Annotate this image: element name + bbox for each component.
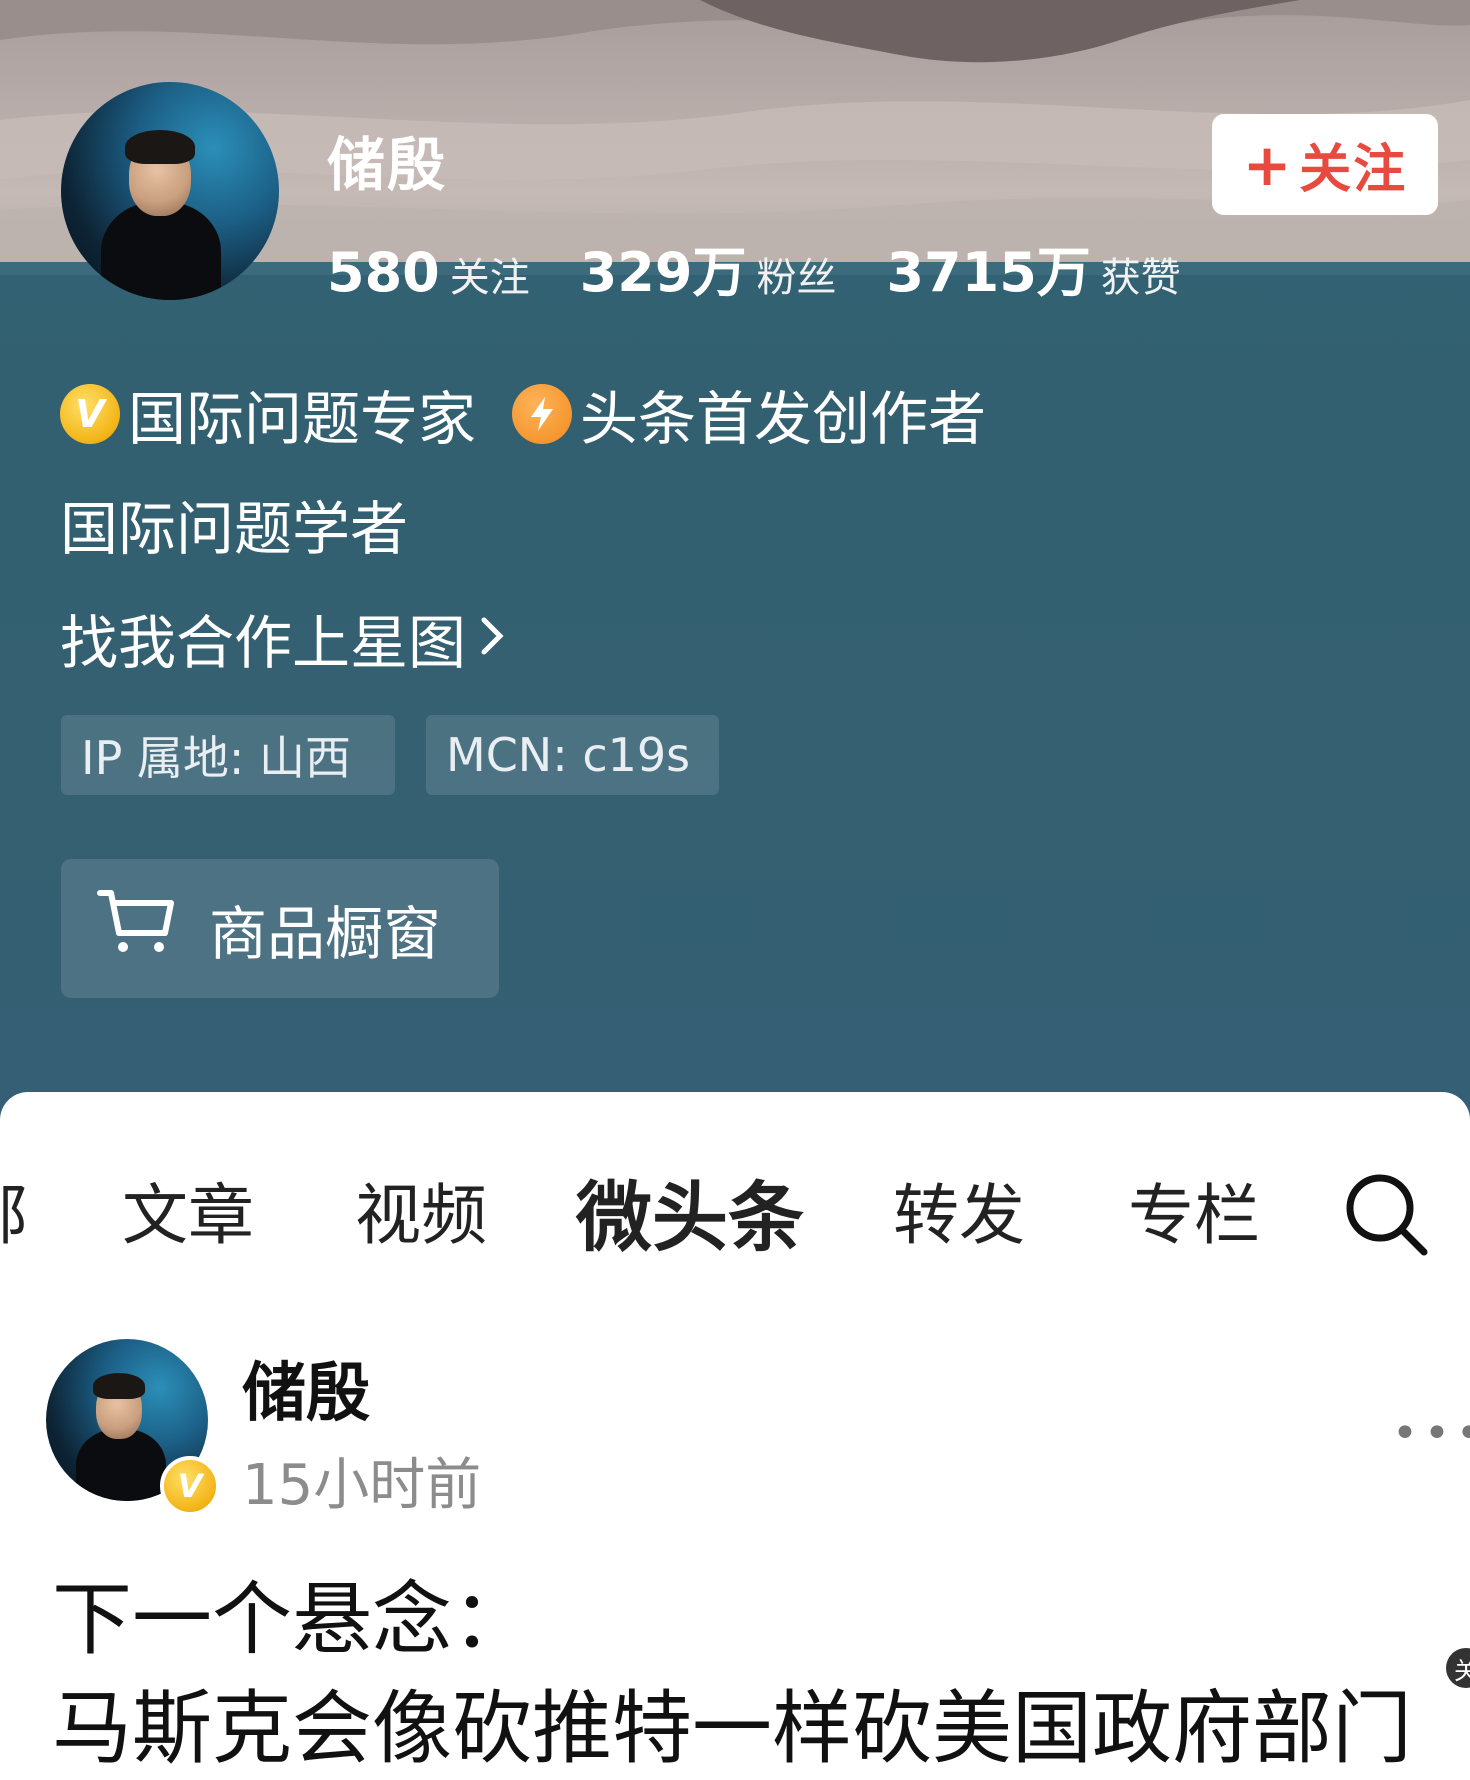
chevron-right-icon <box>478 604 506 672</box>
badge-label: 国际问题专家 <box>128 385 477 453</box>
profile-avatar[interactable] <box>61 82 279 300</box>
follow-button-label: 关注 <box>1299 140 1408 200</box>
stat-label: 关注 <box>449 255 530 301</box>
cooperation-link[interactable]: 找我合作上星图 <box>60 596 506 680</box>
tab-reposts[interactable]: 转发 <box>893 1162 1025 1258</box>
verified-v-icon: V <box>160 1456 220 1516</box>
post-author-name[interactable]: 储殷 <box>242 1342 370 1434</box>
stat-followers[interactable]: 329 万 粉丝 <box>580 228 837 307</box>
mcn-tag: MCN: c19s <box>426 715 719 795</box>
verified-v-icon: V <box>60 384 120 444</box>
stat-label: 粉丝 <box>756 255 837 301</box>
lightning-icon <box>512 384 573 444</box>
stat-number: 580 <box>327 241 440 304</box>
post-text-line: 下一个悬念： <box>52 1573 532 1666</box>
tab-videos[interactable]: 视频 <box>355 1162 487 1258</box>
profile-badges: V 国际问题专家 头条首发创作者 <box>60 372 1022 456</box>
more-options-icon[interactable]: ••• <box>1392 1408 1470 1459</box>
tab-articles[interactable]: 文章 <box>122 1162 254 1258</box>
search-icon[interactable] <box>1342 1170 1432 1264</box>
profile-stats: 580 关注 329 万 粉丝 3715 万 获赞 <box>327 228 1231 307</box>
ip-location-tag: IP 属地: 山西 <box>61 715 395 795</box>
stat-following[interactable]: 580 关注 <box>327 241 530 304</box>
badge-label: 头条首发创作者 <box>580 385 987 453</box>
cooperation-link-label: 找我合作上星图 <box>60 609 467 677</box>
stat-number: 3715 <box>886 241 1037 304</box>
shop-window-label: 商品橱窗 <box>209 899 442 968</box>
shopping-cart-icon <box>97 887 175 971</box>
stat-unit: 万 <box>1036 241 1091 304</box>
tab-columns[interactable]: 专栏 <box>1128 1162 1260 1258</box>
stat-unit: 万 <box>692 241 747 304</box>
tab-micro-headlines[interactable]: 微头条 <box>576 1156 804 1266</box>
post-timestamp: 15小时前 <box>242 1453 482 1518</box>
profile-name: 储殷 <box>327 131 448 199</box>
content-tabs: 部 文章 视频 微头条 转发 专栏 <box>0 1162 1470 1272</box>
stat-likes: 3715 万 获赞 <box>886 228 1180 307</box>
stat-number: 329 <box>579 241 693 304</box>
stat-label: 获赞 <box>1100 255 1181 301</box>
shop-window-button[interactable]: 商品橱窗 <box>61 859 499 998</box>
plus-icon: + <box>1242 130 1294 199</box>
follow-button[interactable]: + 关注 <box>1212 114 1438 215</box>
profile-bio: 国际问题学者 <box>60 495 409 563</box>
tab-all[interactable]: 部 <box>0 1162 28 1258</box>
post-text-line: 马斯克会像砍推特一样砍美国政府部门 <box>52 1682 1412 1775</box>
